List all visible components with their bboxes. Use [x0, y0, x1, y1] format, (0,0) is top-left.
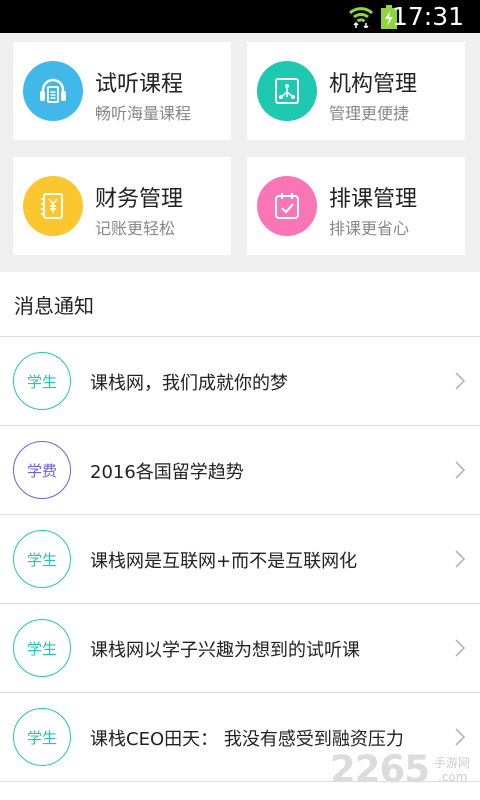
chevron-right-icon: [455, 639, 466, 657]
card-finance-management[interactable]: 财务管理 记账更轻松: [13, 157, 231, 255]
card-subtitle: 记账更轻松: [95, 219, 176, 238]
card-subtitle: 管理更便捷: [329, 104, 410, 123]
chevron-right-icon: [455, 550, 466, 568]
calendar-icon: [257, 176, 317, 236]
card-title: 试听课程: [95, 72, 184, 97]
chevron-right-icon: [455, 728, 466, 746]
status-time: 17:31: [391, 2, 464, 31]
list-item[interactable]: 学生 课栈网，我们成就你的梦: [0, 337, 480, 426]
headphones-icon: [23, 61, 83, 121]
watermark-number: 2265: [330, 748, 430, 791]
card-trial-course[interactable]: 试听课程 畅听海量课程: [13, 42, 231, 140]
category-badge: 学生: [13, 530, 71, 588]
watermark-logo: 2265 手游网 .com: [330, 748, 480, 794]
message-title: 课栈网是互联网+而不是互联网化: [90, 551, 358, 572]
category-badge: 学生: [13, 708, 71, 766]
message-title: 2016各国留学趋势: [90, 462, 244, 483]
chevron-right-icon: [455, 461, 466, 479]
chevron-right-icon: [455, 372, 466, 390]
category-badge: 学生: [13, 619, 71, 677]
feature-grid: 试听课程 畅听海量课程 机构管理 管理更便捷 财务管理 记账更轻松 排课管理 排…: [0, 33, 480, 272]
card-subtitle: 排课更省心: [329, 219, 410, 238]
card-schedule-management[interactable]: 排课管理 排课更省心: [247, 157, 465, 255]
card-org-management[interactable]: 机构管理 管理更便捷: [247, 42, 465, 140]
yuan-book-icon: [23, 176, 83, 236]
status-bar: 17:31: [0, 0, 480, 33]
list-item[interactable]: 学生 课栈网是互联网+而不是互联网化: [0, 515, 480, 604]
message-title: 课栈网，我们成就你的梦: [90, 373, 288, 394]
category-badge: 学生: [13, 352, 71, 410]
section-title-messages: 消息通知: [14, 294, 94, 318]
message-title: 课栈网以学子兴趣为想到的试听课: [90, 640, 360, 661]
org-tree-icon: [257, 61, 317, 121]
wifi-icon: [348, 7, 374, 28]
card-subtitle: 畅听海量课程: [95, 104, 192, 123]
watermark-site-en: .com: [438, 770, 468, 784]
category-badge: 学费: [13, 441, 71, 499]
list-item[interactable]: 学生 课栈网以学子兴趣为想到的试听课: [0, 604, 480, 693]
watermark-site-cn: 手游网: [434, 756, 471, 770]
list-item[interactable]: 学费 2016各国留学趋势: [0, 426, 480, 515]
card-title: 机构管理: [329, 72, 418, 97]
card-title: 排课管理: [329, 187, 418, 212]
card-title: 财务管理: [95, 187, 184, 212]
